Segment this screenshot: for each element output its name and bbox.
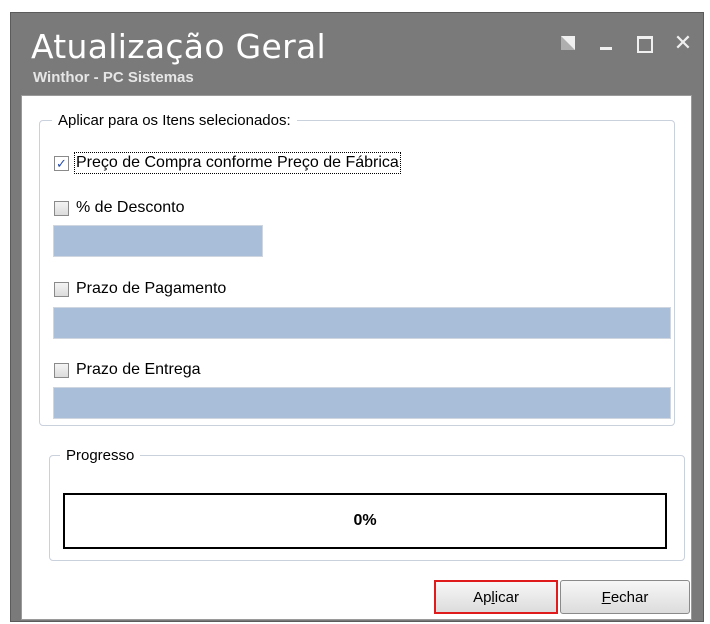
prazo-pagamento-input[interactable]	[53, 307, 671, 339]
atualizacao-geral-window: Atualização Geral Winthor - PC Sistemas …	[10, 12, 704, 622]
close-icon[interactable]: ✕	[673, 33, 693, 55]
close-button-accelerator: F	[601, 588, 611, 606]
minimize-icon[interactable]	[597, 34, 617, 54]
progress-bar: 0%	[63, 493, 667, 549]
progress-group: Progresso 0%	[49, 447, 685, 561]
apply-button[interactable]: Ap l icar	[434, 580, 558, 614]
prazo-entrega-input[interactable]	[53, 387, 671, 419]
dialog-body: Aplicar para os Itens selecionados: ✓ Pr…	[21, 95, 692, 620]
option-desconto-label: % de Desconto	[76, 199, 185, 216]
progress-value: 0%	[353, 512, 377, 529]
selected-items-group: Aplicar para os Itens selecionados: ✓ Pr…	[39, 112, 675, 426]
close-button-suffix: echar	[610, 588, 649, 606]
checkbox-desconto[interactable]	[54, 200, 69, 216]
desconto-input[interactable]	[53, 225, 263, 257]
window-controls: ✕	[559, 33, 693, 55]
window-subtitle: Winthor - PC Sistemas	[33, 69, 194, 86]
maximize-icon[interactable]	[635, 34, 655, 54]
option-preco-compra[interactable]: ✓ Preço de Compra conforme Preço de Fábr…	[54, 152, 401, 174]
option-prazo-pagamento[interactable]: Prazo de Pagamento	[54, 280, 226, 298]
title-bar[interactable]: Atualização Geral Winthor - PC Sistemas …	[11, 13, 703, 95]
option-prazo-entrega[interactable]: Prazo de Entrega	[54, 361, 201, 379]
progress-group-label: Progresso	[60, 447, 141, 464]
option-desconto[interactable]: % de Desconto	[54, 199, 185, 217]
window-title: Atualização Geral	[31, 27, 326, 66]
checkbox-prazo-entrega[interactable]	[54, 362, 69, 378]
option-preco-compra-label: Preço de Compra conforme Preço de Fábric…	[74, 152, 401, 174]
option-prazo-pagamento-label: Prazo de Pagamento	[76, 280, 227, 297]
option-prazo-entrega-label: Prazo de Entrega	[76, 361, 201, 378]
apply-button-prefix: Ap	[473, 588, 492, 606]
checkbox-prazo-pagamento[interactable]	[54, 281, 69, 297]
selected-items-group-label: Aplicar para os Itens selecionados:	[52, 112, 297, 129]
apply-button-suffix: icar	[494, 588, 519, 606]
check-icon[interactable]: ✓	[54, 155, 69, 171]
close-button[interactable]: Fechar	[560, 580, 690, 614]
restore-icon[interactable]	[559, 34, 579, 54]
